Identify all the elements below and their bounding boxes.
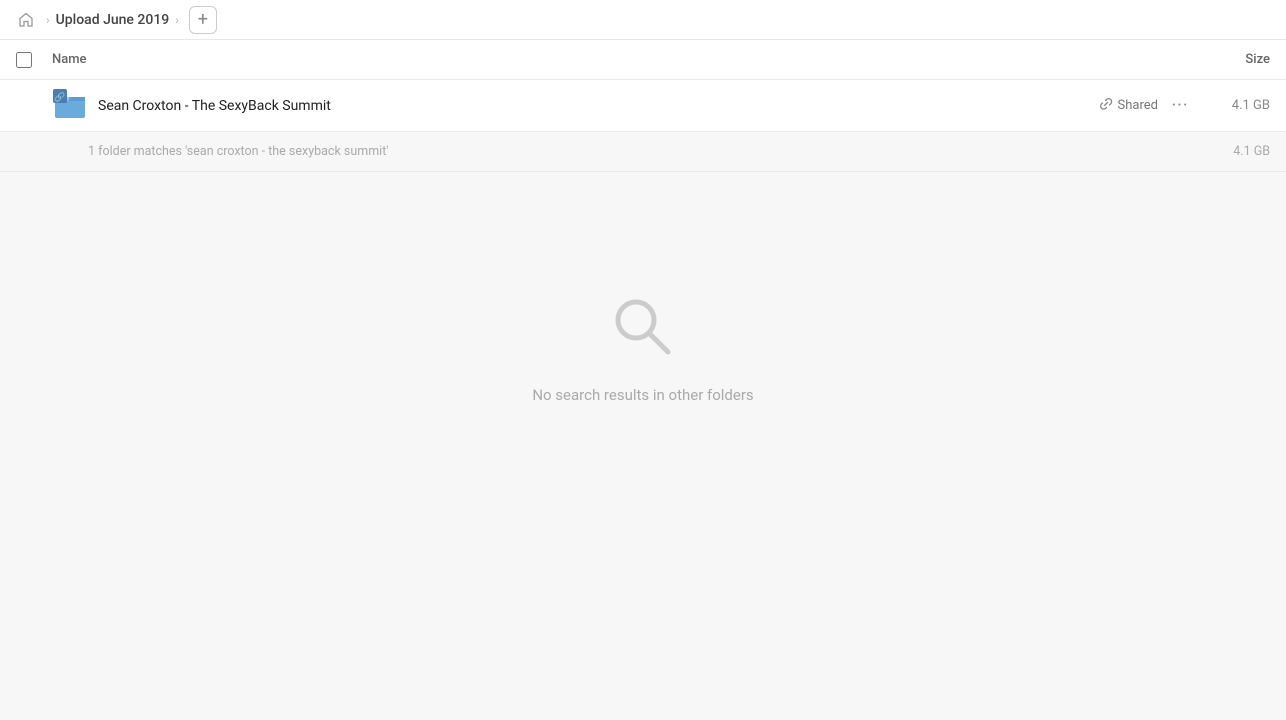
empty-state-label: No search results in other folders — [532, 386, 753, 404]
table-header: Name Size — [0, 40, 1286, 80]
match-info-text: 1 folder matches 'sean croxton - the sex… — [88, 144, 1210, 159]
empty-search-icon — [608, 292, 678, 366]
more-icon: ··· — [1171, 95, 1188, 116]
match-info-row: 1 folder matches 'sean croxton - the sex… — [0, 132, 1286, 172]
shared-label: Shared — [1118, 98, 1158, 113]
search-icon-svg — [608, 292, 678, 362]
link-svg-icon — [1099, 97, 1113, 111]
select-all-checkbox[interactable] — [16, 52, 32, 68]
breadcrumb-bar: › Upload June 2019 › + — [0, 0, 1286, 40]
breadcrumb-chevron-1: › — [46, 13, 50, 27]
row-actions: Shared ··· — [1099, 92, 1194, 120]
empty-state: No search results in other folders — [0, 292, 1286, 404]
table-row[interactable]: 🔗 Sean Croxton - The SexyBack Summit Sha… — [0, 80, 1286, 132]
more-options-button[interactable]: ··· — [1166, 92, 1194, 120]
folder-icon-svg: 🔗 — [52, 88, 88, 124]
name-column-header: Name — [52, 52, 1190, 67]
file-size: 4.1 GB — [1210, 98, 1270, 113]
file-name: Sean Croxton - The SexyBack Summit — [98, 98, 1099, 114]
select-all-col[interactable] — [16, 52, 52, 68]
breadcrumb-chevron-2: › — [175, 13, 179, 27]
svg-text:🔗: 🔗 — [54, 91, 65, 103]
link-icon — [1099, 97, 1113, 115]
home-icon — [18, 12, 34, 28]
size-column-header: Size — [1190, 52, 1270, 67]
folder-icon: 🔗 — [52, 88, 88, 124]
home-button[interactable] — [12, 6, 40, 34]
match-info-size: 4.1 GB — [1210, 144, 1270, 159]
shared-badge: Shared — [1099, 97, 1158, 115]
breadcrumb-current: Upload June 2019 — [56, 12, 170, 28]
add-button[interactable]: + — [189, 6, 217, 34]
